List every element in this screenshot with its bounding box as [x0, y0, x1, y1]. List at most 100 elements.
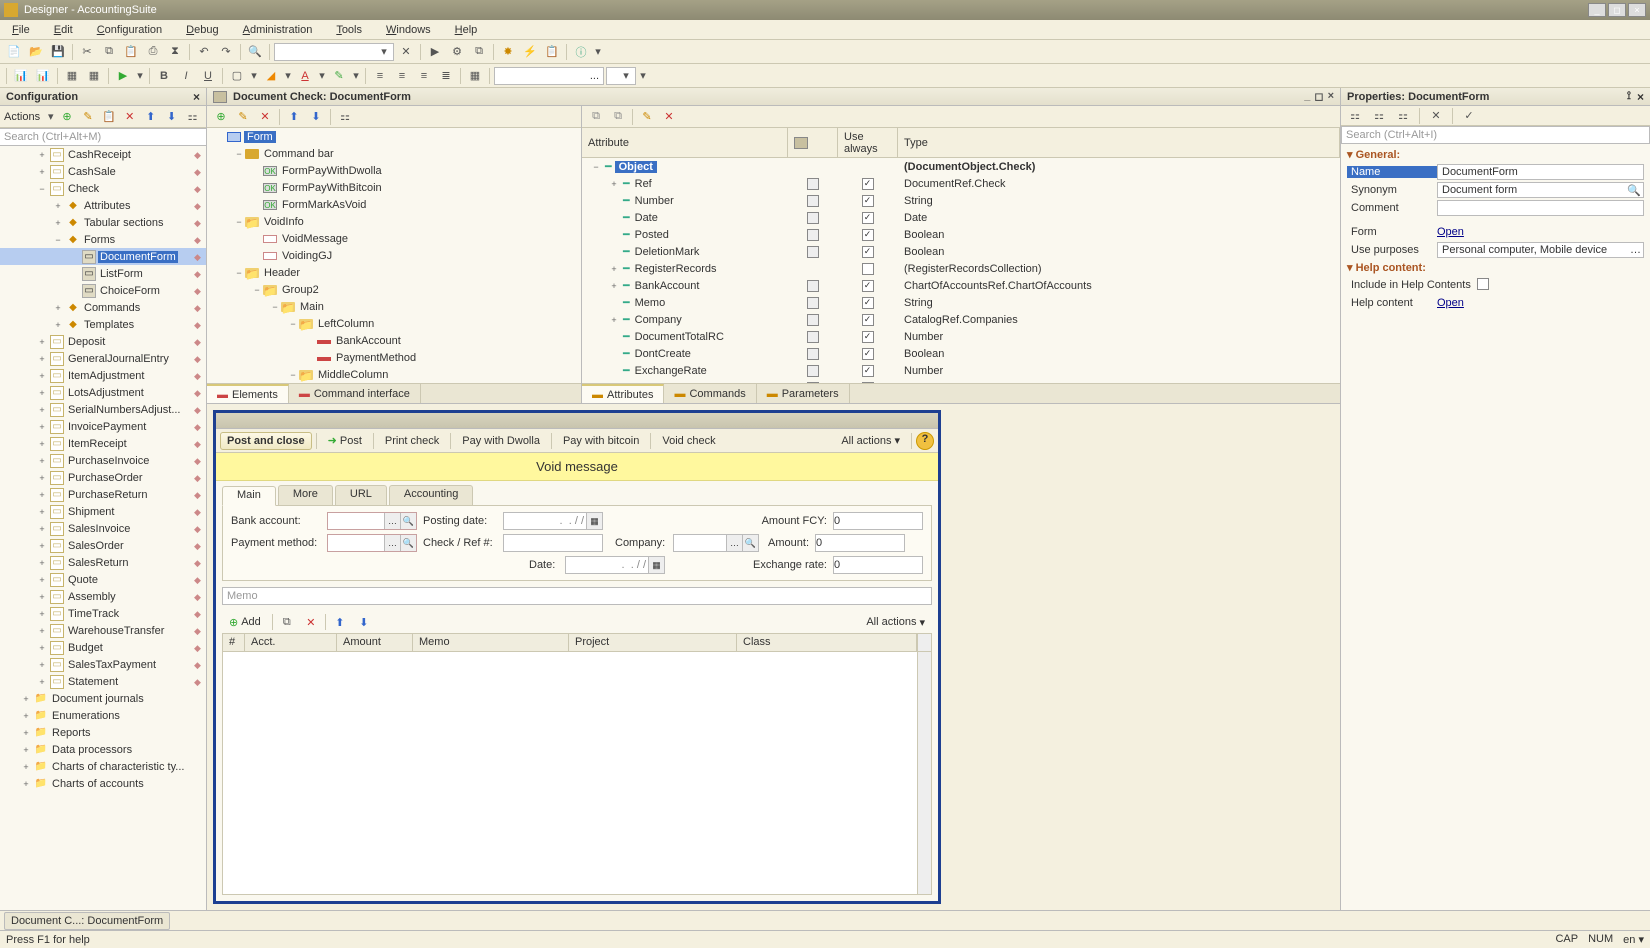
cfg-timetrack[interactable]: +▭TimeTrack◆	[0, 605, 206, 622]
copy2-icon[interactable]: ⧉	[469, 42, 489, 62]
payment-method-input[interactable]: …🔍	[327, 534, 417, 552]
align-right-icon[interactable]: ≡	[414, 66, 434, 86]
save-icon[interactable]: 💾	[48, 42, 68, 62]
cfg-shipment[interactable]: +▭Shipment◆	[0, 503, 206, 520]
grid-scrollbar[interactable]	[917, 652, 931, 894]
attr-exchangerate[interactable]: ━ExchangeRateNumber	[582, 362, 1340, 379]
cfg-dataprocessors[interactable]: +📁Data processors	[0, 741, 206, 758]
redo-icon[interactable]: ↷	[216, 42, 236, 62]
ft-commandbar[interactable]: −Command bar	[207, 145, 581, 162]
pv-tab-url[interactable]: URL	[335, 485, 387, 505]
play-dd-icon[interactable]: ▾	[135, 69, 145, 82]
attr-documenttotalrc[interactable]: ━DocumentTotalRCNumber	[582, 328, 1340, 345]
cfg-check[interactable]: −▭Check◆	[0, 180, 206, 197]
underline-icon[interactable]: U	[198, 66, 218, 86]
cfg-salestaxpayment[interactable]: +▭SalesTaxPayment◆	[0, 656, 206, 673]
cfg-salesinvoice[interactable]: +▭SalesInvoice◆	[0, 520, 206, 537]
cfg-reports[interactable]: +📁Reports	[0, 724, 206, 741]
ft-formmarkasvoid[interactable]: OKFormMarkAsVoid	[207, 196, 581, 213]
menu-administration[interactable]: Administration	[239, 22, 317, 38]
cfg-purchaseinvoice[interactable]: +▭PurchaseInvoice◆	[0, 452, 206, 469]
grid-up-icon[interactable]: ⬆	[330, 612, 350, 632]
cfg-commands[interactable]: +◆Commands◆	[0, 299, 206, 316]
menu-debug[interactable]: Debug	[182, 22, 222, 38]
props-row-use[interactable]: Use purposes Personal computer, Mobile d…	[1347, 241, 1644, 259]
cfg-deposit[interactable]: +▭Deposit◆	[0, 333, 206, 350]
amount-input[interactable]: 0	[815, 534, 905, 552]
ft-form[interactable]: Form	[207, 128, 581, 145]
cut-icon[interactable]: ✂	[77, 42, 97, 62]
attr-add-icon[interactable]: ⧉	[586, 107, 606, 127]
merge-icon[interactable]: ▦	[465, 66, 485, 86]
cfg-salesorder[interactable]: +▭SalesOrder◆	[0, 537, 206, 554]
cfg-templates[interactable]: +◆Templates◆	[0, 316, 206, 333]
cfg-forms[interactable]: −◆Forms◆	[0, 231, 206, 248]
config-search[interactable]: Search (Ctrl+Alt+M)	[0, 128, 206, 146]
cfg-purchasereturn[interactable]: +▭PurchaseReturn◆	[0, 486, 206, 503]
run-icon[interactable]: ▶	[425, 42, 445, 62]
align-center-icon[interactable]: ≡	[392, 66, 412, 86]
ft-del-icon[interactable]: ✕	[255, 107, 275, 127]
void-check-button[interactable]: Void check	[655, 432, 722, 450]
attr-tab-0[interactable]: ▬ Attributes	[582, 384, 664, 403]
attr-list[interactable]: −━Object(DocumentObject.Check)+━RefDocum…	[582, 158, 1340, 383]
search-combo[interactable]: ▾	[274, 43, 394, 61]
props-general-section[interactable]: ▾ General:	[1347, 146, 1644, 163]
form-tab-1[interactable]: ▬ Command interface	[289, 384, 421, 403]
props-inc-checkbox[interactable]	[1477, 278, 1489, 290]
props-help-section[interactable]: ▾ Help content:	[1347, 259, 1644, 276]
status-lang[interactable]: en ▾	[1623, 933, 1644, 946]
memo-input[interactable]: Memo	[222, 587, 932, 605]
bold-icon[interactable]: B	[154, 66, 174, 86]
ft-voidinfo[interactable]: −📁VoidInfo	[207, 213, 581, 230]
form-tab-0[interactable]: ▬ Elements	[207, 384, 289, 403]
dropdown-icon[interactable]: ▾	[593, 45, 603, 58]
doc-minimize-button[interactable]: _	[1304, 90, 1310, 103]
align-left-icon[interactable]: ≡	[370, 66, 390, 86]
form-tree[interactable]: Form−Command barOKFormPayWithDwolla OKFor…	[207, 128, 581, 383]
menu-configuration[interactable]: Configuration	[93, 22, 166, 38]
props-name-input[interactable]: DocumentForm	[1437, 164, 1644, 180]
ft-down-icon[interactable]: ⬇	[306, 107, 326, 127]
props-syn-input[interactable]: Document form🔍	[1437, 182, 1644, 198]
post-button[interactable]: ➜Post	[321, 431, 369, 450]
cfg-purchaseorder[interactable]: +▭PurchaseOrder◆	[0, 469, 206, 486]
cfg-generaljournalentry[interactable]: +▭GeneralJournalEntry◆	[0, 350, 206, 367]
ft-formpaywithdwolla[interactable]: OKFormPayWithDwolla	[207, 162, 581, 179]
print-check-button[interactable]: Print check	[378, 432, 446, 450]
cfg-warehousetransfer[interactable]: +▭WarehouseTransfer◆	[0, 622, 206, 639]
props-search[interactable]: Search (Ctrl+Alt+I)	[1341, 126, 1650, 144]
ft-paymentmethod[interactable]: PaymentMethod	[207, 349, 581, 366]
ft-header[interactable]: −📁Header	[207, 264, 581, 281]
cfg-salesreturn[interactable]: +▭SalesReturn◆	[0, 554, 206, 571]
date-input[interactable]: . . / /▦	[565, 556, 665, 574]
grid-del-icon[interactable]: ✕	[301, 612, 321, 632]
help-icon[interactable]: ⓘ	[571, 42, 591, 62]
config-tree[interactable]: +▭CashReceipt◆+▭CashSale◆−▭Check◆+◆Attri…	[0, 146, 206, 910]
props-row-comment[interactable]: Comment	[1347, 199, 1644, 217]
cfg-documentjournals[interactable]: +📁Document journals	[0, 690, 206, 707]
line-items-grid[interactable]: #Acct.AmountMemoProjectClass	[222, 633, 932, 895]
add-icon[interactable]: ⊕	[58, 107, 77, 127]
cfg-chartsofaccounts[interactable]: +📁Charts of accounts	[0, 775, 206, 792]
ft-main[interactable]: −📁Main	[207, 298, 581, 315]
props-sort1-icon[interactable]: ⚏	[1345, 106, 1365, 126]
wand-icon[interactable]: 📋	[99, 107, 118, 127]
attr-object[interactable]: −━Object(DocumentObject.Check)	[582, 158, 1340, 175]
tb2-icon-2[interactable]: 📊	[33, 66, 53, 86]
db-icon[interactable]: ⚙	[447, 42, 467, 62]
cfg-lotsadjustment[interactable]: +▭LotsAdjustment◆	[0, 384, 206, 401]
cfg-quote[interactable]: +▭Quote◆	[0, 571, 206, 588]
ft-group2[interactable]: −📁Group2	[207, 281, 581, 298]
cfg-enumerations[interactable]: +📁Enumerations	[0, 707, 206, 724]
pay-dwolla-button[interactable]: Pay with Dwolla	[455, 432, 547, 450]
italic-icon[interactable]: I	[176, 66, 196, 86]
posting-date-input[interactable]: . . / /▦	[503, 512, 603, 530]
attr-deletionmark[interactable]: ━DeletionMarkBoolean	[582, 243, 1340, 260]
compare-icon[interactable]: ⧗	[165, 42, 185, 62]
menu-windows[interactable]: Windows	[382, 22, 435, 38]
ft-prop-icon[interactable]: ⚏	[335, 107, 355, 127]
cfg-itemreceipt[interactable]: +▭ItemReceipt◆	[0, 435, 206, 452]
clear-icon[interactable]: ✕	[396, 42, 416, 62]
props-clear-icon[interactable]: ✕	[1426, 106, 1446, 126]
